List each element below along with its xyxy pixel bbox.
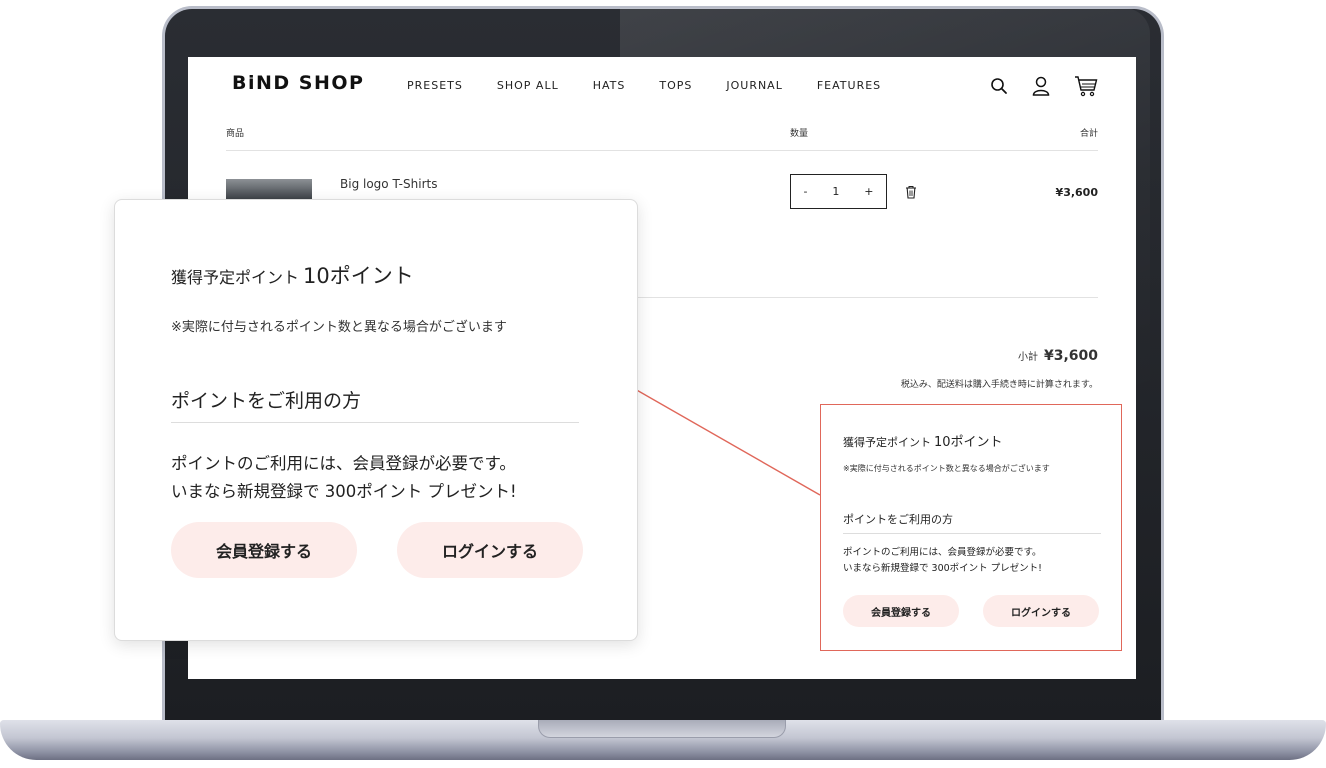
column-header-total: 合計 (1079, 129, 1098, 139)
nav-hats[interactable]: HATS (593, 79, 626, 92)
zoom-points-title-value: 10ポイント (303, 264, 414, 288)
qty-value[interactable]: 1 (832, 185, 839, 198)
points-zoom-card: 獲得予定ポイント 10ポイント ※実際に付与されるポイント数と異なる場合がございま… (114, 199, 638, 641)
subtotal: 小計 ¥3,600 (1018, 348, 1098, 364)
points-body: ポイントのご利用には、会員登録が必要です。 いまなら新規登録で 300ポイント … (843, 545, 1042, 577)
zoom-points-section-heading: ポイントをご利用の方 (171, 386, 579, 423)
column-header-qty: 数量 (790, 129, 809, 139)
nav-presets[interactable]: PRESETS (407, 79, 463, 92)
points-body-line-2: いまなら新規登録で 300ポイント プレゼント! (843, 563, 1042, 574)
login-button[interactable]: ログインする (983, 595, 1099, 627)
zoom-points-body-line-2: いまなら新規登録で 300ポイント プレゼント! (171, 482, 517, 501)
nav-journal[interactable]: JOURNAL (726, 79, 782, 92)
trash-icon[interactable] (905, 184, 917, 203)
product-name[interactable]: Big logo T-Shirts (340, 177, 437, 191)
zoom-points-note: ※実際に付与されるポイント数と異なる場合がございます (171, 320, 507, 335)
tax-note: 税込み、配送料は購入手続き時に計算されます。 (900, 380, 1098, 390)
main-nav: PRESETS SHOP ALL HATS TOPS JOURNAL FEATU… (407, 79, 915, 92)
quantity-stepper: - 1 + (790, 174, 887, 209)
nav-tops[interactable]: TOPS (659, 79, 692, 92)
qty-decrease-button[interactable]: - (803, 185, 807, 198)
column-header-item: 商品 (226, 129, 245, 139)
points-box-highlight: 獲得予定ポイント 10ポイント ※実際に付与されるポイント数と異なる場合がございま… (820, 404, 1122, 651)
brand-logo[interactable]: BiND SHOP (232, 72, 364, 94)
cart-icon[interactable] (1074, 75, 1098, 97)
zoom-login-button[interactable]: ログインする (397, 522, 583, 578)
subtotal-value: ¥3,600 (1043, 348, 1098, 364)
points-title: 獲得予定ポイント 10ポイント (843, 431, 1003, 450)
zoom-points-title-prefix: 獲得予定ポイント (171, 268, 300, 287)
points-title-prefix: 獲得予定ポイント (843, 436, 931, 449)
points-body-line-1: ポイントのご利用には、会員登録が必要です。 (843, 547, 1042, 558)
register-button[interactable]: 会員登録する (843, 595, 959, 627)
header-icons (990, 75, 1098, 97)
search-icon[interactable] (990, 77, 1008, 95)
zoom-points-body-line-1: ポイントのご利用には、会員登録が必要です。 (171, 454, 516, 473)
zoom-points-body: ポイントのご利用には、会員登録が必要です。 いまなら新規登録で 300ポイント … (171, 450, 517, 506)
product-thumbnail[interactable] (226, 179, 312, 199)
subtotal-label: 小計 (1017, 352, 1038, 363)
laptop-notch (538, 720, 786, 738)
points-section-heading: ポイントをご利用の方 (843, 511, 1101, 534)
points-title-value: 10ポイント (934, 435, 1003, 450)
account-icon[interactable] (1032, 76, 1050, 96)
line-item-price: ¥3,600 (1055, 186, 1098, 199)
header-divider (226, 150, 1098, 151)
zoom-points-title: 獲得予定ポイント 10ポイント (171, 260, 414, 290)
points-note: ※実際に付与されるポイント数と異なる場合がございます (843, 464, 1050, 473)
qty-increase-button[interactable]: + (864, 185, 873, 198)
nav-features[interactable]: FEATURES (817, 79, 881, 92)
nav-shop-all[interactable]: SHOP ALL (497, 79, 559, 92)
zoom-register-button[interactable]: 会員登録する (171, 522, 357, 578)
